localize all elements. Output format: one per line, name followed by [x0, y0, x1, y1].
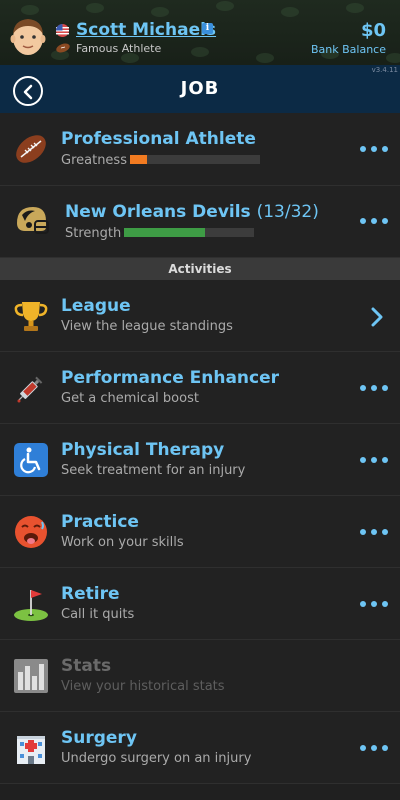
activity-subtitle: Call it quits	[61, 607, 135, 622]
more-button[interactable]	[360, 601, 388, 609]
football-icon	[16, 135, 46, 163]
activity-title: Performance Enhancer	[61, 368, 280, 388]
activity-stats: Stats View your historical stats	[0, 640, 400, 712]
golf-flag-icon	[14, 590, 48, 621]
version-label: v3.4.11	[371, 66, 398, 74]
bank-balance: $0	[360, 20, 386, 41]
page-title: JOB	[180, 78, 220, 99]
activity-subtitle: Work on your skills	[61, 535, 184, 550]
hospital-icon	[17, 736, 45, 764]
bottom-spacer	[0, 784, 400, 800]
wheelchair-icon	[14, 443, 48, 477]
job-title: Professional Athlete	[61, 129, 256, 149]
header: Scott Michaels i Famous Athlete $0 Bank …	[0, 0, 400, 65]
more-button[interactable]	[360, 385, 388, 393]
greatness-bar	[130, 155, 260, 164]
more-button[interactable]	[360, 146, 388, 154]
job-row-team[interactable]: New Orleans Devils (13/32) Strength	[0, 186, 400, 258]
activity-physical-therapy[interactable]: Physical Therapy Seek treatment for an i…	[0, 424, 400, 496]
activity-title: Retire	[61, 584, 120, 604]
activity-subtitle: Undergo surgery on an injury	[61, 751, 252, 766]
trophy-icon	[14, 302, 48, 331]
more-button[interactable]	[360, 529, 388, 537]
strength-bar-fill	[124, 228, 205, 237]
title-bar: JOB	[0, 65, 400, 113]
activity-title: Surgery	[61, 728, 137, 748]
more-button[interactable]	[360, 218, 388, 226]
activity-title: Stats	[61, 656, 112, 676]
activity-practice[interactable]: Practice Work on your skills	[0, 496, 400, 568]
helmet-icon	[17, 207, 49, 234]
strength-bar	[124, 228, 254, 237]
hot-face-icon	[15, 516, 47, 548]
stats-icon	[14, 659, 48, 693]
football-icon	[56, 43, 70, 53]
chevron-right-icon[interactable]	[370, 306, 384, 328]
activity-subtitle: View the league standings	[61, 319, 233, 334]
more-button[interactable]	[360, 745, 388, 753]
activity-title: Practice	[61, 512, 139, 532]
activity-subtitle: Seek treatment for an injury	[61, 463, 246, 478]
team-title: New Orleans Devils (13/32)	[65, 202, 319, 222]
activity-subtitle: Get a chemical boost	[61, 391, 199, 406]
team-rank: (13/32)	[256, 202, 319, 222]
info-icon[interactable]: i	[202, 23, 213, 34]
greatness-label: Greatness	[61, 153, 127, 168]
strength-label: Strength	[65, 226, 122, 241]
player-name[interactable]: Scott Michaels	[76, 20, 216, 40]
more-button[interactable]	[360, 457, 388, 465]
us-flag-icon	[56, 24, 69, 37]
job-row-professional-athlete[interactable]: Professional Athlete Greatness	[0, 113, 400, 186]
syringe-icon	[17, 376, 43, 403]
team-name: New Orleans Devils	[65, 202, 251, 222]
player-job: Famous Athlete	[76, 42, 162, 55]
activity-league[interactable]: League View the league standings	[0, 280, 400, 352]
avatar[interactable]	[8, 14, 48, 58]
activities-section-header: Activities	[0, 258, 400, 280]
greatness-bar-fill	[130, 155, 147, 164]
activity-title: Physical Therapy	[61, 440, 225, 460]
activity-title: League	[61, 296, 131, 316]
activity-performance-enhancer[interactable]: Performance Enhancer Get a chemical boos…	[0, 352, 400, 424]
activity-retire[interactable]: Retire Call it quits	[0, 568, 400, 640]
bank-balance-label: Bank Balance	[311, 43, 386, 56]
activity-surgery[interactable]: Surgery Undergo surgery on an injury	[0, 712, 400, 784]
activity-subtitle: View your historical stats	[61, 679, 225, 694]
